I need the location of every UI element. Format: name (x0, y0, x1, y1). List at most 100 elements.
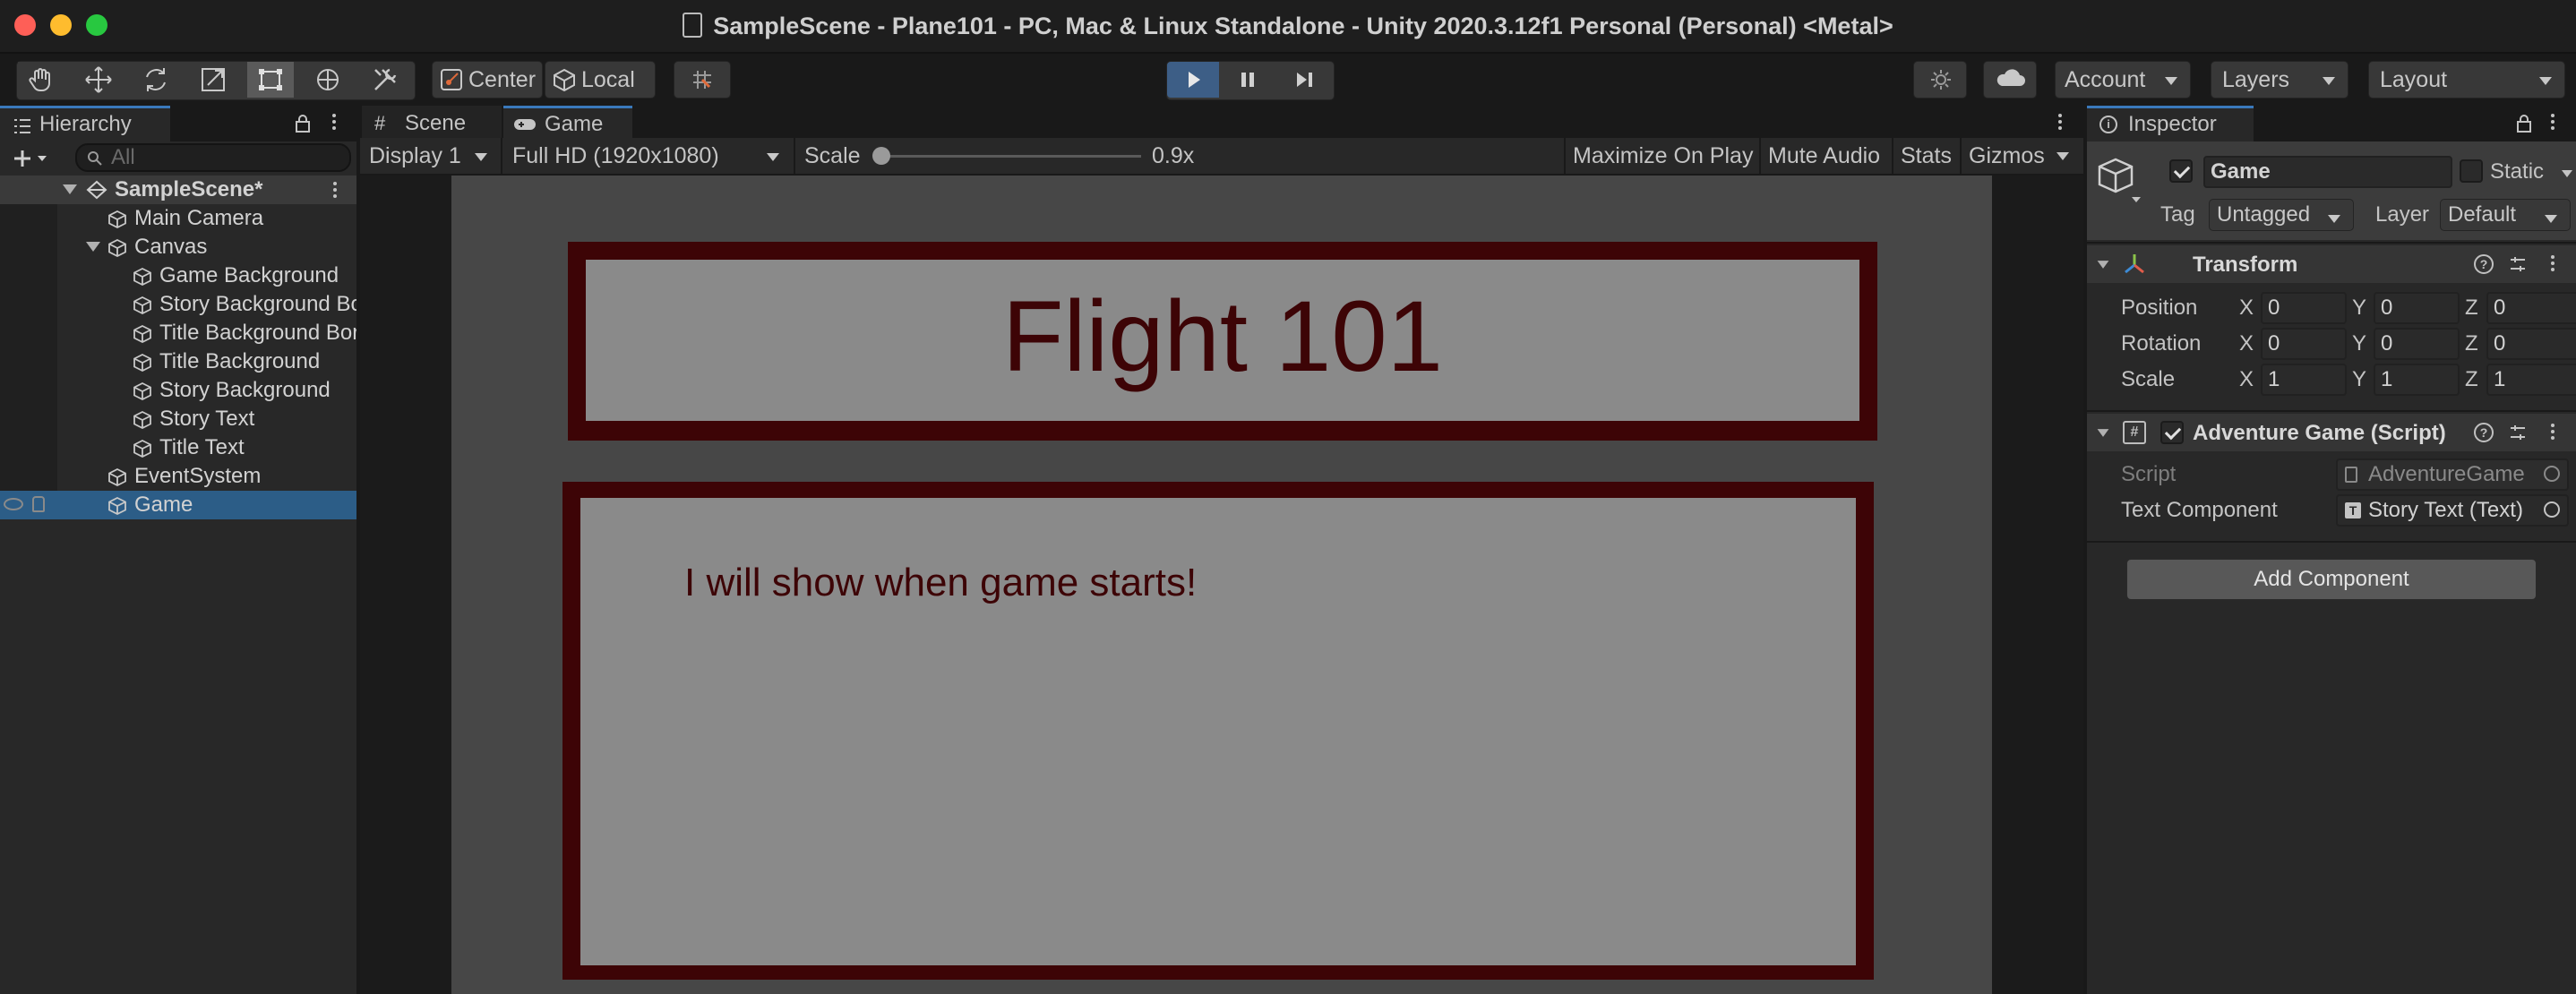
transform-x-field[interactable]: 0 (2261, 328, 2347, 360)
add-component-button[interactable]: Add Component (2126, 559, 2537, 600)
account-dropdown[interactable]: Account (2055, 61, 2191, 99)
object-name-field[interactable]: Game (2203, 156, 2452, 188)
layer-dropdown[interactable]: Default (2440, 199, 2571, 231)
hierarchy-item[interactable]: Main Camera (0, 204, 358, 233)
hierarchy-tab-label: Hierarchy (39, 112, 132, 136)
pause-button[interactable] (1222, 62, 1274, 98)
static-dropdown-icon[interactable] (2562, 170, 2572, 177)
hierarchy-tab[interactable]: Hierarchy (0, 106, 170, 141)
hierarchy-item[interactable]: Story Background (0, 376, 358, 405)
hierarchy-item[interactable]: Story Text (0, 405, 358, 433)
inspector-tab-label: Inspector (2128, 112, 2217, 136)
rotate-tool-button[interactable] (133, 62, 179, 98)
rect-tool-button[interactable] (247, 62, 294, 98)
custom-tool-button[interactable] (362, 62, 408, 98)
game-panel-menu-icon[interactable] (2058, 111, 2064, 133)
inspector-lock-icon[interactable] (2515, 114, 2533, 133)
step-button[interactable] (1279, 62, 1331, 98)
visibility-icon[interactable] (4, 498, 23, 510)
play-icon (1189, 72, 1200, 88)
transform-tool-button[interactable] (305, 62, 351, 98)
expand-arrow-icon[interactable] (86, 242, 100, 252)
pickability-icon[interactable] (32, 496, 45, 512)
hand-tool-button[interactable] (18, 62, 64, 98)
hierarchy-item[interactable]: Canvas (0, 233, 358, 261)
scale-slider-track[interactable] (881, 155, 1141, 158)
layout-dropdown[interactable]: Layout (2368, 61, 2565, 99)
scale-tool-button[interactable] (190, 62, 236, 98)
transform-row-label: Scale (2121, 367, 2176, 391)
hierarchy-item[interactable]: Title Background (0, 347, 358, 376)
transform-y-field[interactable]: 0 (2374, 328, 2460, 360)
pivot-mode-button[interactable]: Center (432, 61, 543, 99)
tag-value: Untagged (2217, 202, 2311, 227)
scene-tab[interactable]: # Scene (362, 106, 502, 141)
hierarchy-item[interactable]: Story Background Border (0, 290, 358, 319)
mute-audio-toggle[interactable]: Mute Audio (1768, 138, 1880, 174)
create-button[interactable] (9, 145, 50, 172)
script-enabled-checkbox[interactable] (2160, 421, 2184, 444)
unity-scene-icon (86, 180, 107, 200)
transform-fold-icon[interactable] (2097, 261, 2109, 269)
transform-y-field[interactable]: 0 (2374, 292, 2460, 324)
inspector-tab[interactable]: i Inspector (2087, 106, 2254, 141)
script-fold-icon[interactable] (2097, 429, 2109, 437)
static-label: Static (2490, 159, 2545, 184)
hierarchy-item[interactable]: Game Background (0, 261, 358, 290)
text-component-field[interactable]: T Story Text (Text) (2336, 494, 2569, 527)
chevron-down-icon (2057, 152, 2069, 160)
presets-icon[interactable] (2508, 254, 2528, 274)
gamepad-icon (514, 119, 536, 130)
collab-button[interactable] (1913, 61, 1967, 99)
inspector-menu-icon[interactable] (2551, 111, 2556, 133)
hand-icon (29, 68, 50, 92)
gizmos-toggle[interactable]: Gizmos (1969, 138, 2045, 174)
transform-header[interactable] (2087, 245, 2576, 283)
transform-x-field[interactable]: 0 (2261, 292, 2347, 324)
cloud-button[interactable] (1983, 61, 2037, 99)
transform-z-field[interactable]: 1 (2486, 364, 2576, 396)
hierarchy-item[interactable]: Game (0, 491, 358, 519)
move-tool-button[interactable] (75, 62, 122, 98)
scene-menu-icon[interactable] (333, 179, 339, 201)
display-dropdown[interactable]: Display 1 (360, 138, 500, 174)
scene-row[interactable]: SampleScene* (0, 176, 358, 204)
toolbar-separator (794, 138, 795, 174)
object-picker-icon[interactable] (2544, 501, 2560, 518)
script-menu-icon[interactable] (2551, 421, 2556, 442)
transform-menu-icon[interactable] (2551, 253, 2556, 274)
stats-toggle[interactable]: Stats (1901, 138, 1952, 174)
gameobject-icon (133, 381, 151, 401)
active-checkbox[interactable] (2169, 159, 2193, 183)
lock-icon[interactable] (294, 114, 312, 133)
hierarchy-item-label: Story Background Border (159, 292, 358, 316)
scale-value: 0.9x (1152, 143, 1195, 168)
transform-y-field[interactable]: 1 (2374, 364, 2460, 396)
script-help-icon[interactable]: ? (2474, 423, 2494, 442)
gizmos-dropdown[interactable] (2049, 138, 2076, 174)
play-button[interactable] (1167, 62, 1219, 98)
hierarchy-menu-icon[interactable] (332, 111, 338, 133)
hierarchy-item[interactable]: Title Text (0, 433, 358, 462)
hierarchy-search-input[interactable]: All (75, 143, 351, 172)
maximize-on-play-toggle[interactable]: Maximize On Play (1573, 138, 1753, 174)
tag-dropdown[interactable]: Untagged (2209, 199, 2354, 231)
help-icon[interactable]: ? (2474, 254, 2494, 274)
script-presets-icon[interactable] (2508, 423, 2528, 442)
hierarchy-item[interactable]: EventSystem (0, 462, 358, 491)
transform-z-field[interactable]: 0 (2486, 292, 2576, 324)
transform-x-field[interactable]: 1 (2261, 364, 2347, 396)
static-checkbox[interactable] (2460, 159, 2483, 183)
pivot-rotation-button[interactable]: Local (545, 61, 656, 99)
game-canvas: Flight 101 I will show when game starts! (451, 176, 1992, 994)
transform-z-field[interactable]: 0 (2486, 328, 2576, 360)
move-icon (85, 66, 112, 93)
scale-slider-thumb[interactable] (872, 147, 890, 165)
expand-arrow-icon (63, 184, 77, 194)
resolution-dropdown[interactable]: Full HD (1920x1080) (503, 138, 792, 174)
game-tab[interactable]: Game (503, 106, 632, 141)
toolbar-separator (1892, 138, 1893, 174)
layers-dropdown[interactable]: Layers (2211, 61, 2348, 99)
grid-snap-button[interactable] (674, 61, 731, 99)
hierarchy-item[interactable]: Title Background Border (0, 319, 358, 347)
